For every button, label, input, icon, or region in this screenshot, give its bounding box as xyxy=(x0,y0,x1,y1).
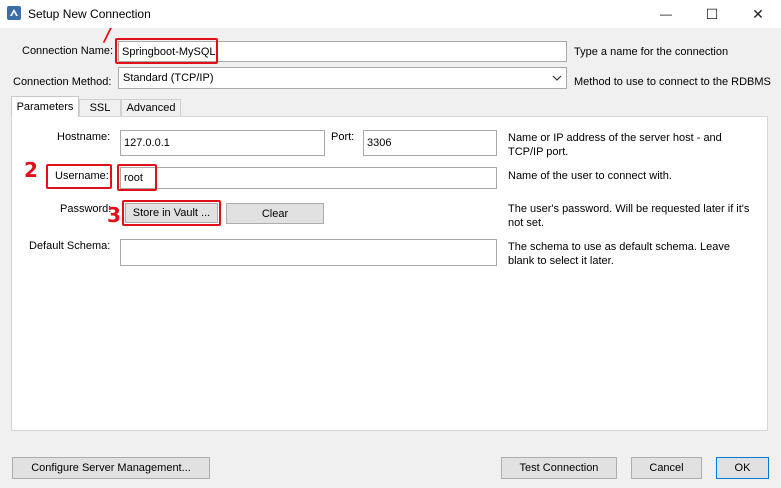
hostname-label: Hostname: xyxy=(57,131,111,143)
maximize-button[interactable]: ☐ xyxy=(689,0,735,28)
hostname-value: 127.0.0.1 xyxy=(124,137,170,149)
default-schema-input[interactable] xyxy=(120,239,497,266)
tab-parameters-label: Parameters xyxy=(16,101,74,113)
annotation-3: 3 xyxy=(107,203,121,227)
test-connection-button[interactable]: Test Connection xyxy=(501,457,617,479)
annotation-1: / xyxy=(102,25,113,46)
mysql-workbench-icon xyxy=(7,6,21,20)
chevron-down-icon xyxy=(552,75,562,81)
configure-server-management-label: Configure Server Management... xyxy=(31,462,191,474)
test-connection-label: Test Connection xyxy=(519,462,599,474)
connection-name-help: Type a name for the connection xyxy=(574,46,729,58)
connection-method-value: Standard (TCP/IP) xyxy=(123,72,214,84)
ok-button[interactable]: OK xyxy=(716,457,769,479)
ok-label: OK xyxy=(734,462,751,474)
store-in-vault-highlight xyxy=(122,200,221,226)
annotation-2: 2 xyxy=(24,158,38,182)
close-icon: ✕ xyxy=(752,5,764,22)
clear-password-button[interactable]: Clear xyxy=(226,203,324,224)
default-schema-label: Default Schema: xyxy=(29,240,111,252)
host-help: Name or IP address of the server host - … xyxy=(508,132,722,158)
connection-name-label: Connection Name: xyxy=(22,45,114,57)
port-input[interactable]: 3306 xyxy=(363,130,497,156)
minimize-icon: — xyxy=(660,7,672,21)
connection-name-highlight xyxy=(115,38,218,64)
password-help: The user's password. Will be requested l… xyxy=(508,203,750,229)
hostname-input[interactable]: 127.0.0.1 xyxy=(120,130,325,156)
minimize-button[interactable]: — xyxy=(643,0,689,28)
tab-parameters[interactable]: Parameters xyxy=(11,96,79,117)
maximize-icon: ☐ xyxy=(705,5,719,22)
port-value: 3306 xyxy=(367,137,392,149)
cancel-label: Cancel xyxy=(649,462,684,474)
username-help: Name of the user to connect with. xyxy=(508,170,672,182)
tab-ssl[interactable]: SSL xyxy=(79,99,121,116)
username-input[interactable]: root xyxy=(120,167,497,189)
tab-advanced[interactable]: Advanced xyxy=(121,99,181,116)
username-label-highlight xyxy=(46,164,112,189)
cancel-button[interactable]: Cancel xyxy=(631,457,702,479)
port-label: Port: xyxy=(331,131,355,143)
username-value-highlight xyxy=(117,164,157,191)
clear-password-label: Clear xyxy=(261,207,289,220)
password-label: Password: xyxy=(60,203,112,215)
configure-server-management-button[interactable]: Configure Server Management... xyxy=(12,457,210,479)
connection-method-label: Connection Method: xyxy=(13,76,112,88)
close-button[interactable]: ✕ xyxy=(735,0,781,28)
window-title: Setup New Connection xyxy=(28,7,151,21)
connection-method-help: Method to use to connect to the RDBMS xyxy=(574,76,771,88)
tab-ssl-label: SSL xyxy=(89,102,111,114)
default-schema-help: The schema to use as default schema. Lea… xyxy=(508,241,730,267)
connection-method-select[interactable]: Standard (TCP/IP) xyxy=(118,67,567,89)
tab-advanced-label: Advanced xyxy=(126,102,176,114)
